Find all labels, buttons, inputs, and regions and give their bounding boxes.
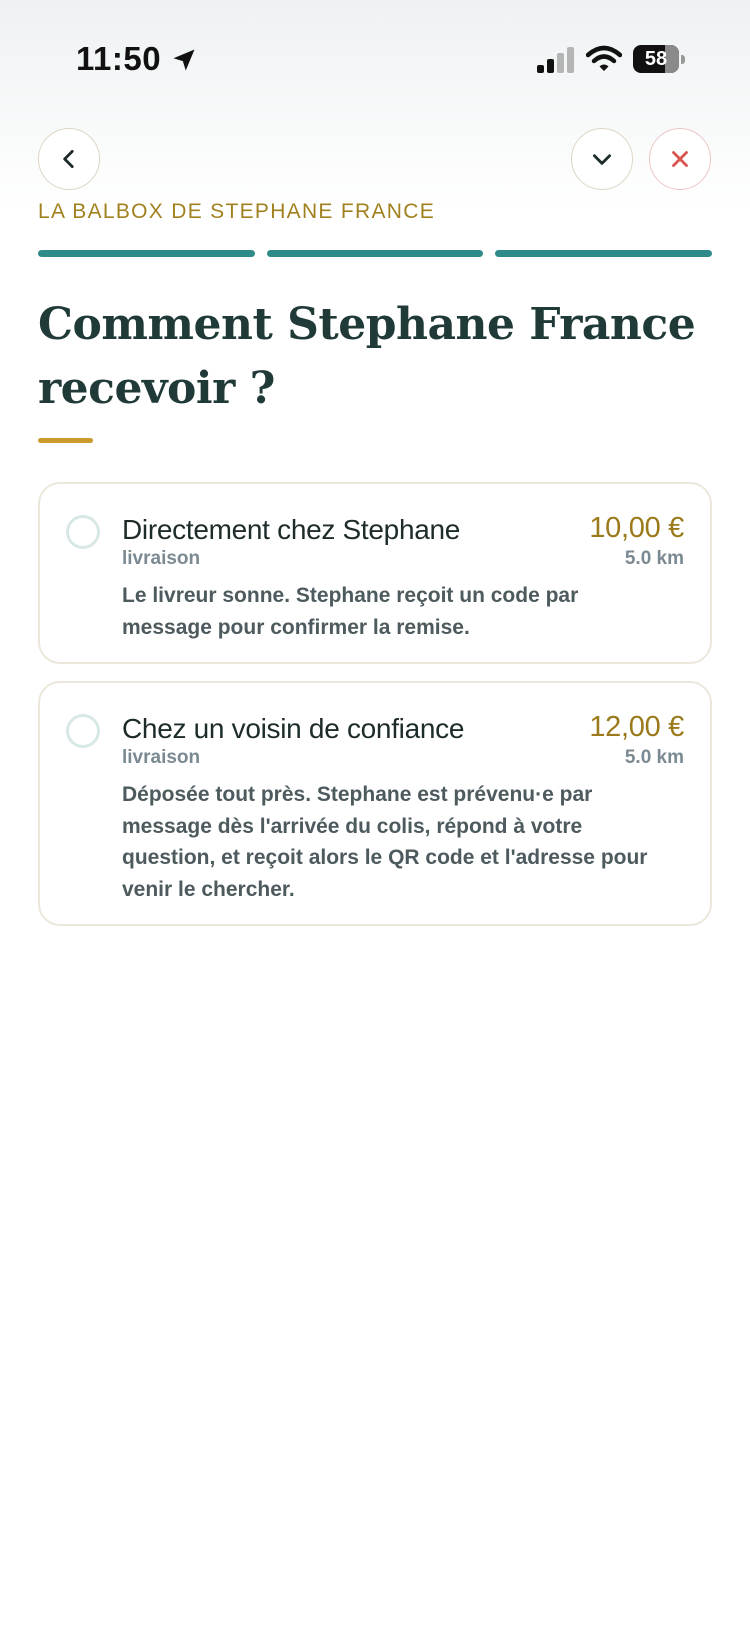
option-distance: 5.0 km xyxy=(624,548,684,569)
page-title: Comment Stephane France recevoir ? xyxy=(38,299,696,414)
option-title: Chez un voisin de confiance xyxy=(122,713,465,744)
progress-step xyxy=(495,250,713,257)
option-description: Le livreur sonne. Stephane reçoit un cod… xyxy=(122,584,579,639)
option-title: Directement chez Stephane xyxy=(122,514,461,545)
battery-icon: 58 xyxy=(633,45,685,75)
status-bar: 11:50 58 xyxy=(0,0,750,120)
option-distance: 5.0 km xyxy=(624,747,684,768)
battery-level: 58 xyxy=(644,48,668,70)
radio-button[interactable] xyxy=(66,515,100,549)
chevron-left-icon xyxy=(63,150,74,168)
progress-bar xyxy=(38,250,713,257)
option-subtitle: livraison xyxy=(122,747,201,768)
delivery-option-home[interactable]: Directement chez Stephane 10,00 € livrai… xyxy=(38,482,712,664)
option-subtitle: livraison xyxy=(122,548,201,569)
progress-step xyxy=(266,250,484,257)
option-price: 10,00 € xyxy=(589,512,684,544)
close-icon xyxy=(672,151,688,167)
location-arrow-icon xyxy=(173,49,195,71)
chevron-down-icon xyxy=(593,154,611,165)
back-button[interactable] xyxy=(38,128,100,190)
status-time: 11:50 xyxy=(76,40,162,77)
close-button[interactable] xyxy=(649,128,711,190)
delivery-option-neighbor[interactable]: Chez un voisin de confiance 12,00 € livr… xyxy=(38,681,712,926)
signal-icon xyxy=(537,47,574,73)
radio-button[interactable] xyxy=(66,714,100,748)
wifi-icon xyxy=(586,45,622,71)
option-description: Déposée tout près. Stephane est prévenu·… xyxy=(122,783,648,901)
collapse-button[interactable] xyxy=(571,128,633,190)
flow-eyebrow: LA BALBOX DE STEPHANE FRANCE xyxy=(38,200,436,223)
progress-step xyxy=(38,250,255,257)
title-underline xyxy=(38,438,93,443)
option-price: 12,00 € xyxy=(589,711,684,743)
